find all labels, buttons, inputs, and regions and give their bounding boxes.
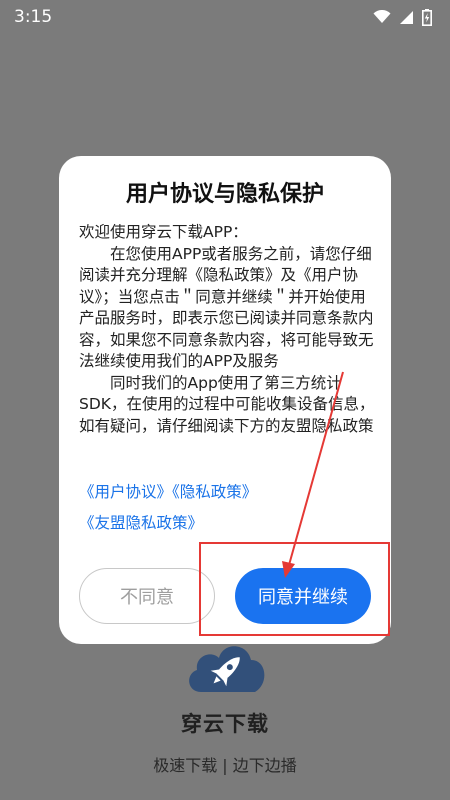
annotation-arrow: [282, 371, 344, 578]
